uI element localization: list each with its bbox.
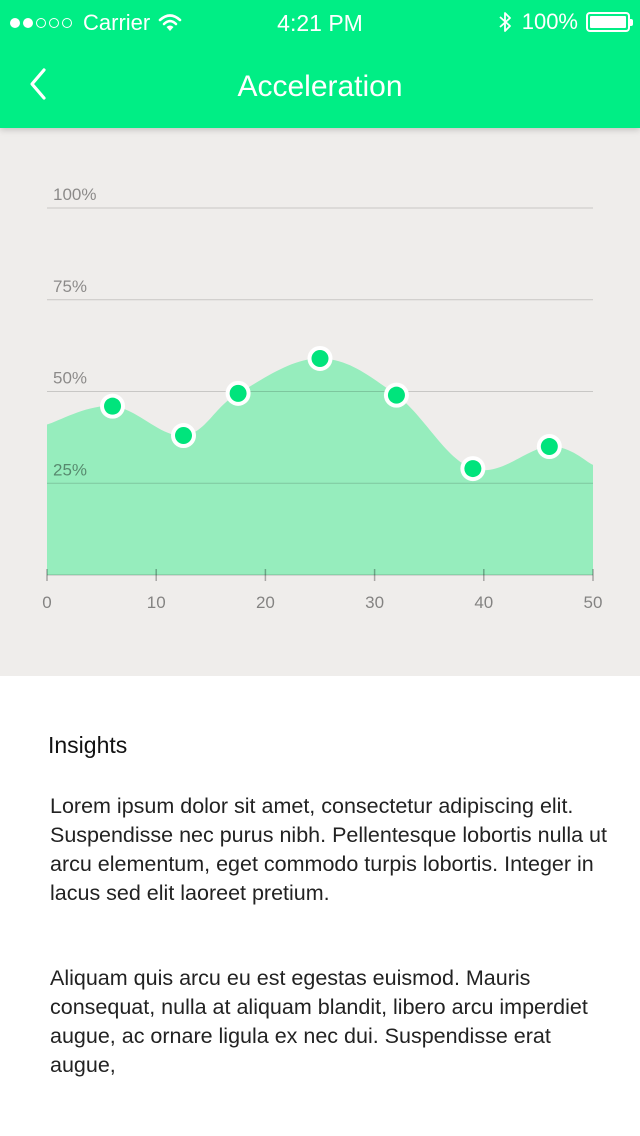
status-bar: Carrier 4:21 PM 100% <box>0 0 640 40</box>
data-point <box>387 386 405 404</box>
app-header: Carrier 4:21 PM 100% Acceleration <box>0 0 640 128</box>
status-right: 100% <box>498 9 633 35</box>
battery-icon <box>586 12 633 32</box>
insights-paragraph-2: Aliquam quis arcu eu est egestas euismod… <box>50 966 588 1077</box>
data-point <box>464 460 482 478</box>
bluetooth-icon <box>499 12 511 32</box>
acceleration-chart: 25% 50% 75% 100% 0 10 20 30 40 50 <box>42 185 603 612</box>
data-point <box>311 349 329 367</box>
x-tick-label: 30 <box>365 593 384 612</box>
nav-bar: Acceleration <box>0 40 640 128</box>
area-fill <box>47 358 593 575</box>
page-title: Acceleration <box>237 70 403 103</box>
y-tick-label: 75% <box>53 277 87 296</box>
data-point <box>104 397 122 415</box>
battery-percent: 100% <box>521 9 578 34</box>
y-tick-label: 100% <box>53 185 96 204</box>
x-tick-label: 10 <box>147 593 166 612</box>
x-tick-label: 40 <box>474 593 493 612</box>
insights-heading: Insights <box>48 732 128 758</box>
y-tick-label: 25% <box>53 460 87 479</box>
insights-section: Insights Lorem ipsum dolor sit amet, con… <box>0 676 640 1136</box>
x-tick-label: 50 <box>584 593 603 612</box>
chart-panel: 25% 50% 75% 100% 0 10 20 30 40 50 <box>0 128 640 676</box>
x-tick-label: 20 <box>256 593 275 612</box>
data-point <box>540 438 558 456</box>
insights-paragraph-1: Lorem ipsum dolor sit amet, consectetur … <box>50 794 607 905</box>
data-point <box>229 384 247 402</box>
y-tick-label: 50% <box>53 369 87 388</box>
x-tick-label: 0 <box>42 593 51 612</box>
data-point <box>175 427 192 445</box>
